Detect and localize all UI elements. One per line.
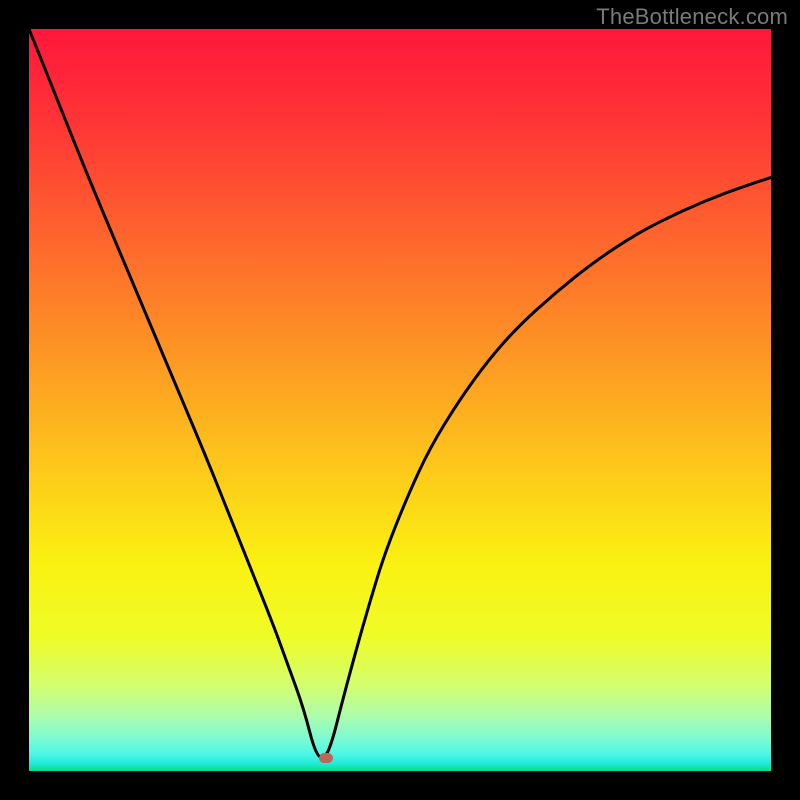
- chart-frame: TheBottleneck.com: [0, 0, 800, 800]
- plot-area: [29, 29, 771, 771]
- minimum-marker: [319, 753, 333, 763]
- bottleneck-curve: [29, 29, 771, 771]
- watermark-text: TheBottleneck.com: [596, 4, 788, 30]
